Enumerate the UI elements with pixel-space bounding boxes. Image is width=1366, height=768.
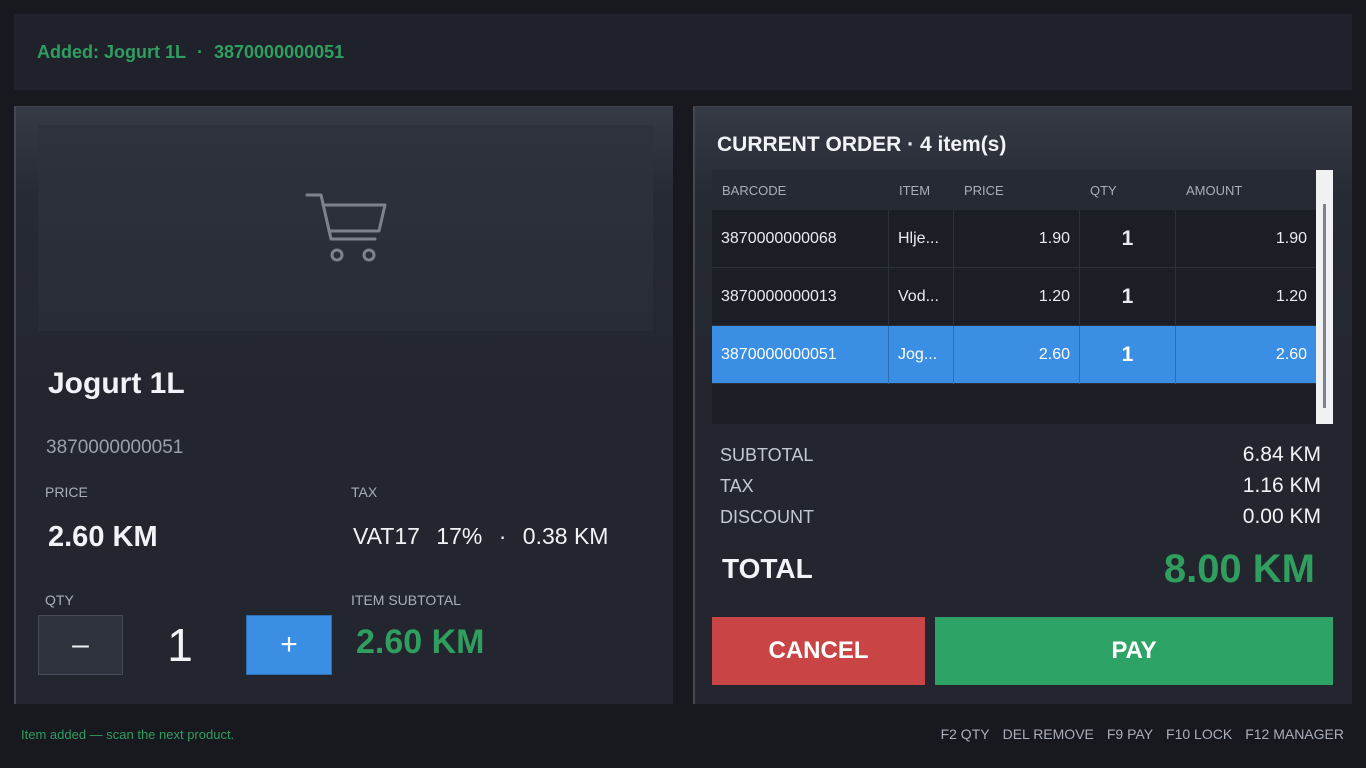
notification-barcode: 3870000000051	[214, 41, 345, 62]
qty-label: QTY	[45, 592, 74, 608]
tax-value: VAT17 17% · 0.38 KM	[353, 523, 618, 550]
row-amount: 2.60	[1175, 326, 1316, 384]
column-header-item: ITEM	[899, 183, 931, 198]
status-message: Item added — scan the next product.	[21, 727, 235, 742]
pay-button[interactable]: PAY	[935, 617, 1333, 685]
discount-label: DISCOUNT	[720, 507, 814, 527]
notification-text: Added: Jogurt 1L	[37, 41, 186, 62]
shortcut-manager: F12 MANAGER	[1245, 726, 1344, 742]
item-subtotal-value: 2.60 KM	[356, 623, 485, 661]
table-header: BARCODE ITEM PRICE QTY AMOUNT	[712, 170, 1316, 210]
discount-value: 0.00 KM	[1242, 505, 1321, 528]
tax-label: TAX	[351, 484, 378, 500]
notification-bar: Added: Jogurt 1L · 3870000000051	[14, 14, 1352, 90]
row-amount: 1.20	[1175, 268, 1316, 326]
shortcut-qty: F2 QTY	[940, 726, 990, 742]
subtotal-value: 6.84 KM	[1242, 443, 1321, 466]
shopping-cart-icon	[305, 193, 386, 262]
table-row[interactable]: 3870000000068 Hlje... 1.90 1 1.90	[712, 210, 1316, 268]
product-panel: Jogurt 1L 3870000000051 PRICE TAX 2.60 K…	[14, 106, 673, 704]
price-value: 2.60 KM	[48, 521, 158, 553]
row-qty: 1	[1079, 326, 1175, 384]
tax-code: VAT17	[353, 523, 420, 549]
qty-increase-button[interactable]: +	[246, 615, 332, 675]
scrollbar-thumb[interactable]	[1323, 204, 1326, 408]
tax-amount: 0.38 KM	[522, 523, 609, 549]
row-item: Hlje...	[888, 210, 953, 268]
table-scrollbar[interactable]	[1316, 170, 1333, 424]
order-panel: CURRENT ORDER · 4 item(s) BARCODE ITEM P…	[693, 106, 1352, 704]
column-header-amount: AMOUNT	[1186, 183, 1243, 198]
order-title: CURRENT ORDER · 4 item(s)	[717, 133, 1007, 156]
shortcut-remove: DEL REMOVE	[1002, 726, 1094, 742]
product-name: Jogurt 1L	[48, 367, 185, 400]
tax-rate: 17%	[436, 523, 483, 549]
row-item: Jog...	[888, 326, 953, 384]
tax-total-value: 1.16 KM	[1242, 474, 1321, 497]
row-amount: 1.90	[1175, 210, 1316, 268]
table-row[interactable]: 3870000000013 Vod... 1.20 1 1.20	[712, 268, 1316, 326]
row-barcode: 3870000000068	[721, 230, 837, 247]
table-row-selected[interactable]: 3870000000051 Jog... 2.60 1 2.60	[712, 326, 1316, 384]
shortcut-pay: F9 PAY	[1106, 726, 1154, 742]
column-header-qty: QTY	[1090, 183, 1117, 198]
row-price: 1.90	[953, 210, 1079, 268]
qty-decrease-button[interactable]: –	[38, 615, 123, 675]
notification-separator: ·	[197, 41, 203, 62]
price-label: PRICE	[45, 484, 88, 500]
total-label: TOTAL	[722, 553, 813, 584]
qty-value: 1	[167, 619, 193, 671]
row-price: 2.60	[953, 326, 1079, 384]
order-table: BARCODE ITEM PRICE QTY AMOUNT 3870000000…	[712, 170, 1333, 424]
order-rows: 3870000000068 Hlje... 1.90 1 1.90 387000…	[712, 210, 1316, 384]
row-qty: 1	[1079, 210, 1175, 268]
keyboard-shortcuts: F2 QTY DEL REMOVE F9 PAY F10 LOCK F12 MA…	[941, 726, 1344, 742]
tax-separator: ·	[498, 523, 507, 549]
row-barcode: 3870000000013	[721, 288, 837, 305]
cancel-button[interactable]: CANCEL	[712, 617, 925, 685]
total-value: 8.00 KM	[1163, 547, 1315, 591]
subtotal-label: SUBTOTAL	[720, 445, 814, 465]
row-item: Vod...	[888, 268, 953, 326]
product-image-placeholder	[38, 125, 653, 331]
tax-total-label: TAX	[720, 476, 754, 496]
item-subtotal-label: ITEM SUBTOTAL	[351, 592, 461, 608]
shortcut-lock: F10 LOCK	[1166, 726, 1233, 742]
row-barcode: 3870000000051	[721, 346, 837, 363]
row-qty: 1	[1079, 268, 1175, 326]
column-header-price: PRICE	[964, 183, 1004, 198]
column-header-barcode: BARCODE	[722, 183, 787, 198]
product-barcode: 3870000000051	[46, 437, 184, 458]
row-price: 1.20	[953, 268, 1079, 326]
